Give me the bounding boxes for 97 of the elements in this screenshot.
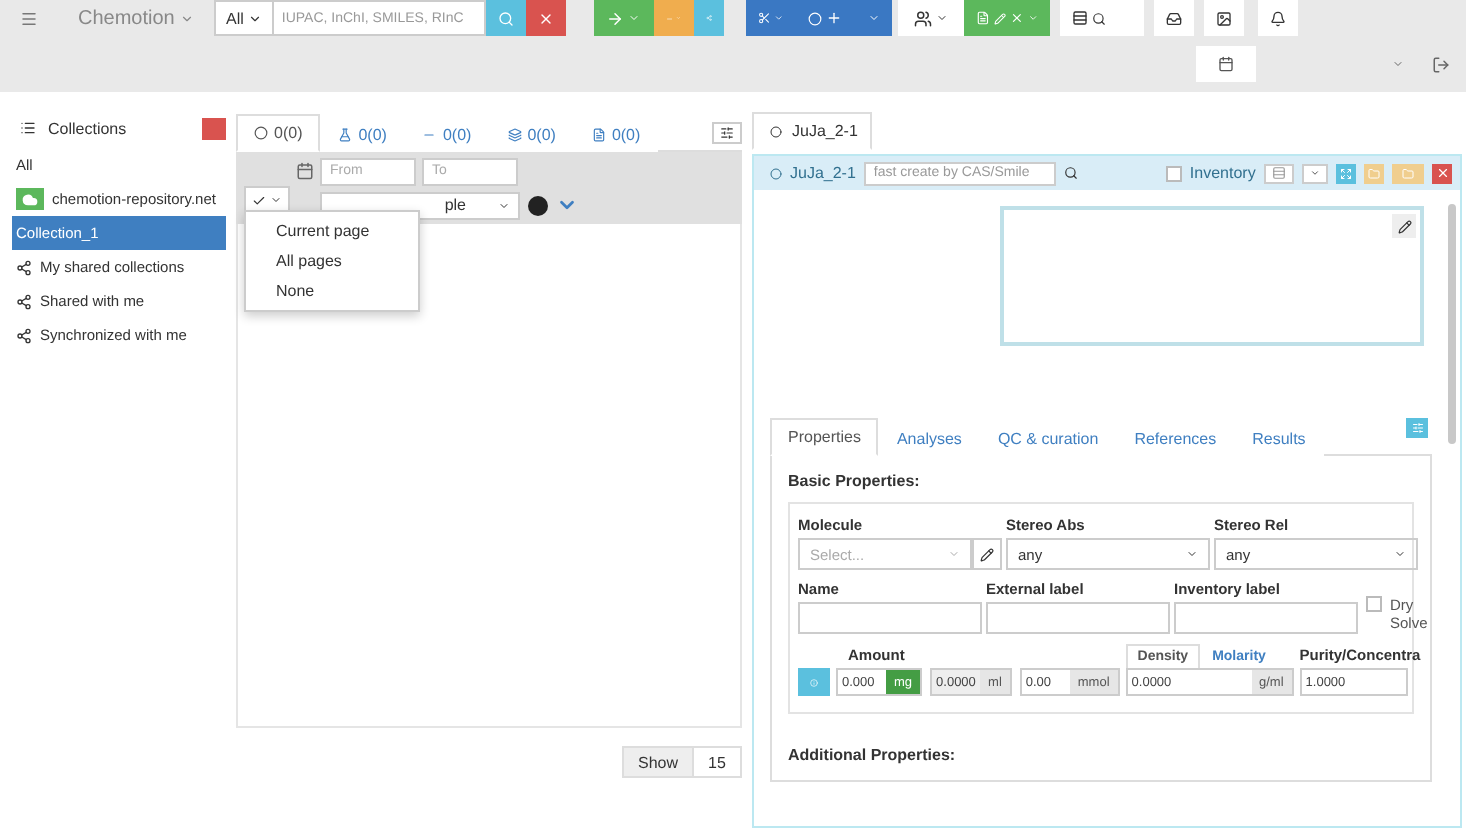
arrow-icon	[606, 9, 625, 27]
dry-solvent-checkbox[interactable]	[1366, 595, 1382, 611]
show-label: Show	[621, 746, 694, 778]
collections-title: Collections	[48, 119, 129, 137]
section-title: Additional Properties:	[788, 746, 958, 764]
circle-icon	[808, 11, 823, 25]
search-icon	[497, 9, 514, 27]
caret-icon	[935, 12, 948, 24]
users-button[interactable]	[897, 0, 964, 36]
caret-icon	[867, 12, 880, 24]
info-button[interactable]	[798, 668, 830, 696]
caret-icon	[1186, 548, 1198, 560]
flask-icon	[338, 127, 353, 141]
caret-icon	[1027, 12, 1038, 24]
layout-button[interactable]	[712, 122, 742, 144]
document-icon	[591, 127, 606, 141]
bell-icon	[1269, 9, 1286, 27]
close-icon	[537, 9, 554, 27]
inbox-icon	[1165, 9, 1182, 27]
detail-tab[interactable]: JuJa_2-1	[752, 112, 872, 150]
pencil-icon	[980, 547, 994, 561]
text-field[interactable]	[1174, 602, 1358, 634]
toggle-button[interactable]	[1406, 418, 1428, 438]
page-size-field[interactable]: 15	[694, 746, 742, 778]
create-button[interactable]	[593, 0, 654, 36]
columns-button[interactable]	[1264, 163, 1294, 183]
scissors-icon	[757, 10, 771, 26]
search-scope-dropdown[interactable]: All	[214, 0, 274, 36]
p-icon[interactable]	[528, 195, 548, 215]
inventory-label: Inventory	[1189, 164, 1256, 182]
pencil-icon	[1397, 219, 1411, 233]
search-button[interactable]	[485, 0, 526, 36]
remove-button[interactable]	[653, 0, 694, 36]
caret-icon	[1394, 548, 1406, 560]
cloud-icon	[16, 188, 44, 210]
share-icon	[16, 259, 32, 275]
share-icon	[16, 327, 32, 343]
info-icon	[810, 675, 818, 689]
caret-icon	[270, 194, 282, 206]
document-icon	[975, 10, 990, 26]
rows-icon	[1272, 166, 1286, 180]
sample-title: JuJa_2-1	[790, 164, 856, 182]
properties-tab[interactable]: Properties	[770, 418, 879, 456]
rows-icon	[1072, 10, 1089, 26]
folder-icon	[1402, 167, 1414, 179]
columns-menu-button[interactable]	[1302, 163, 1328, 183]
caret-icon	[774, 12, 784, 24]
sliders-icon	[720, 126, 734, 140]
menu-item[interactable]: All pages	[246, 246, 418, 276]
text-field[interactable]	[986, 602, 1170, 634]
search-icon[interactable]	[1063, 166, 1078, 180]
image-button[interactable]	[1203, 0, 1244, 36]
logout-icon[interactable]	[1432, 55, 1450, 73]
element-tab[interactable]: 0(0)	[236, 114, 321, 152]
sliders-icon	[1411, 422, 1423, 434]
menu-item[interactable]: None	[246, 276, 418, 306]
check-icon	[252, 193, 266, 207]
layers-icon	[507, 127, 522, 141]
save-button[interactable]	[1364, 163, 1384, 183]
inventory-checkbox[interactable]	[1165, 165, 1182, 181]
menu-item[interactable]: Current page	[246, 216, 418, 246]
expand-button[interactable]	[1336, 163, 1356, 183]
users-icon	[913, 9, 932, 27]
search-icon	[1092, 11, 1107, 25]
clear-button[interactable]	[525, 0, 566, 36]
calendar-icon	[1218, 56, 1234, 72]
caret-icon	[498, 199, 510, 211]
list-icon	[20, 120, 36, 136]
cross-icon	[1009, 10, 1024, 26]
calendar-button[interactable]	[1196, 46, 1256, 82]
image-icon	[1215, 9, 1232, 27]
split-button[interactable]	[745, 0, 796, 36]
notifications-button[interactable]	[1257, 0, 1298, 36]
inbox-button[interactable]	[1153, 0, 1194, 36]
caret-icon	[948, 548, 960, 560]
close-icon	[1435, 166, 1449, 180]
plus-icon	[826, 10, 843, 26]
menu-icon[interactable]	[20, 9, 38, 27]
edit-button[interactable]	[1392, 214, 1416, 238]
folder-icon	[1368, 167, 1380, 179]
circle-icon	[254, 126, 268, 140]
draw-button[interactable]	[972, 538, 1002, 570]
caret-icon	[247, 11, 262, 25]
section-title: Basic Properties:	[788, 472, 922, 490]
circle-icon	[770, 167, 782, 179]
caret-icon	[1310, 168, 1320, 178]
close-button[interactable]	[1432, 163, 1452, 183]
caret-icon[interactable]	[1392, 58, 1404, 70]
caret-icon	[180, 11, 195, 25]
circle-icon	[770, 125, 782, 137]
caret-icon	[628, 12, 641, 24]
pencil-icon	[993, 11, 1006, 25]
scan-button[interactable]	[1059, 0, 1120, 36]
text-field[interactable]	[798, 602, 982, 634]
settings-button[interactable]	[202, 117, 226, 139]
calendar-icon[interactable]	[296, 162, 314, 180]
share-icon	[16, 293, 32, 309]
